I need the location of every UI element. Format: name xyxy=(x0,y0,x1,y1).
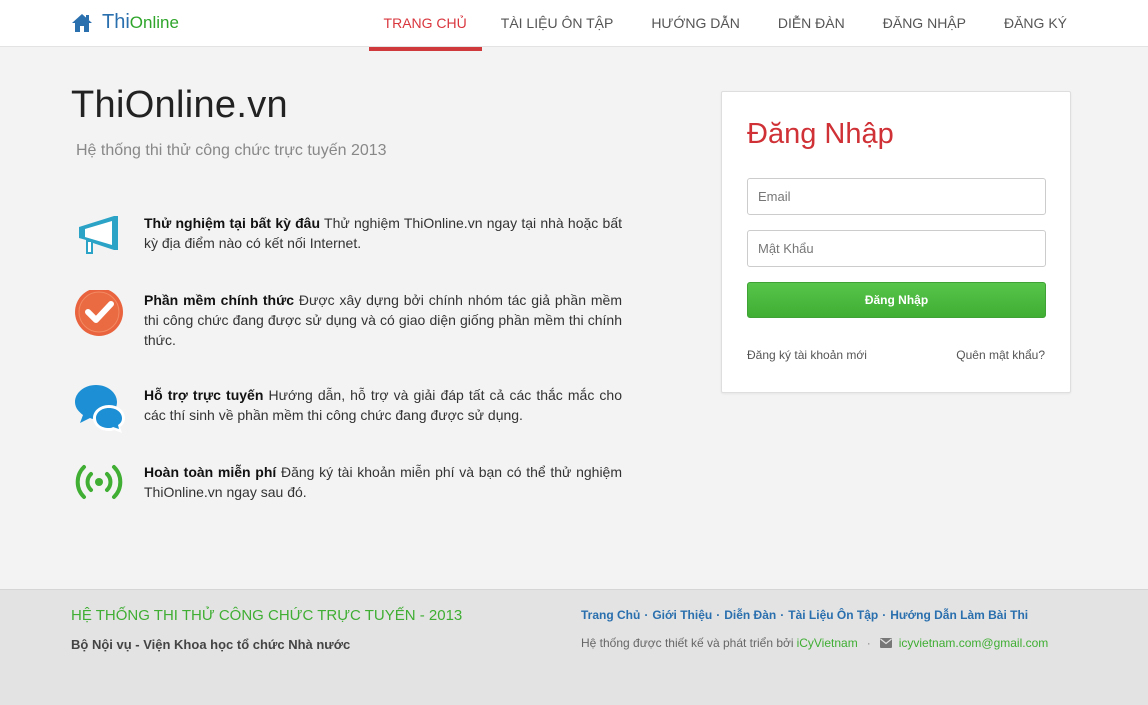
feature-title: Hỗ trợ trực tuyến xyxy=(144,387,264,403)
brand-name-part1: Thi xyxy=(102,11,130,33)
brand-name-part2: Online xyxy=(129,12,179,32)
nav-item-register[interactable]: ĐĂNG KÝ xyxy=(985,0,1086,51)
top-navbar: Thi Online TRANG CHỦ TÀI LIỆU ÔN TẬP HƯỚN… xyxy=(0,0,1148,51)
site-tagline: Hệ thống thi thử công chức trực tuyến 20… xyxy=(76,142,387,159)
footer-link-home[interactable]: Trang Chủ xyxy=(581,608,640,622)
brand-logo[interactable]: Thi Online xyxy=(71,11,179,34)
login-card: Đăng Nhập Đăng Nhập Đăng ký tài khoản mớ… xyxy=(721,91,1071,393)
contact-email-link[interactable]: icyvietnam.com@gmail.com xyxy=(899,636,1049,650)
footer-link-exam-guide[interactable]: Hướng Dẫn Làm Bài Thi xyxy=(890,608,1028,622)
nav-item-forum[interactable]: DIỄN ĐÀN xyxy=(759,0,864,51)
footer-link-study-materials[interactable]: Tài Liệu Ôn Tập xyxy=(788,608,878,622)
nav-item-login[interactable]: ĐĂNG NHẬP xyxy=(864,0,985,51)
footer-organization: Bộ Nội vụ - Viện Khoa học tổ chức Nhà nư… xyxy=(71,637,351,652)
footer-link-separator: · xyxy=(882,608,887,622)
footer-link-forum[interactable]: Diễn Đàn xyxy=(724,608,776,622)
footer-link-separator: · xyxy=(780,608,785,622)
footer: HỆ THỐNG THI THỬ CÔNG CHỨC TRỰC TUYẾN - … xyxy=(0,589,1148,705)
chat-bubbles-icon xyxy=(75,385,125,433)
footer-link-separator: · xyxy=(644,608,649,622)
password-input[interactable] xyxy=(747,230,1046,267)
footer-link-about[interactable]: Giới Thiệu xyxy=(652,608,712,622)
feature-title: Phần mềm chính thức xyxy=(144,292,295,308)
register-link[interactable]: Đăng ký tài khoản mới xyxy=(747,348,867,362)
site-title: ThiOnline.vn xyxy=(71,84,288,126)
credit-text: Hệ thống được thiết kế và phát triển bởi xyxy=(581,636,794,650)
envelope-icon xyxy=(879,638,892,648)
footer-credit: Hệ thống được thiết kế và phát triển bởi… xyxy=(581,636,1048,650)
nav-item-guide[interactable]: HƯỚNG DẪN xyxy=(632,0,759,51)
login-button[interactable]: Đăng Nhập xyxy=(747,282,1046,318)
feature-title: Thử nghiệm tại bất kỳ đâu xyxy=(144,215,321,231)
check-circle-icon xyxy=(75,290,123,336)
footer-links: Trang Chủ · Giới Thiệu · Diễn Đàn · Tài … xyxy=(581,608,1028,622)
credit-separator: · xyxy=(866,636,871,650)
footer-link-separator: · xyxy=(716,608,721,622)
email-input[interactable] xyxy=(747,178,1046,215)
broadcast-icon xyxy=(75,465,123,499)
login-title: Đăng Nhập xyxy=(747,118,894,150)
feature-title: Hoàn toàn miễn phí xyxy=(144,464,277,480)
nav-item-home[interactable]: TRANG CHỦ xyxy=(368,0,482,51)
nav-item-study-materials[interactable]: TÀI LIỆU ÔN TẬP xyxy=(482,0,633,51)
credit-link[interactable]: iCyVietnam xyxy=(797,636,858,650)
megaphone-icon xyxy=(79,216,118,254)
main-nav: TRANG CHỦ TÀI LIỆU ÔN TẬP HƯỚNG DẪN DIỄN… xyxy=(368,0,1086,51)
home-icon xyxy=(72,13,92,32)
forgot-password-link[interactable]: Quên mật khẩu? xyxy=(956,348,1045,362)
footer-title: HỆ THỐNG THI THỬ CÔNG CHỨC TRỰC TUYẾN - … xyxy=(71,607,463,624)
